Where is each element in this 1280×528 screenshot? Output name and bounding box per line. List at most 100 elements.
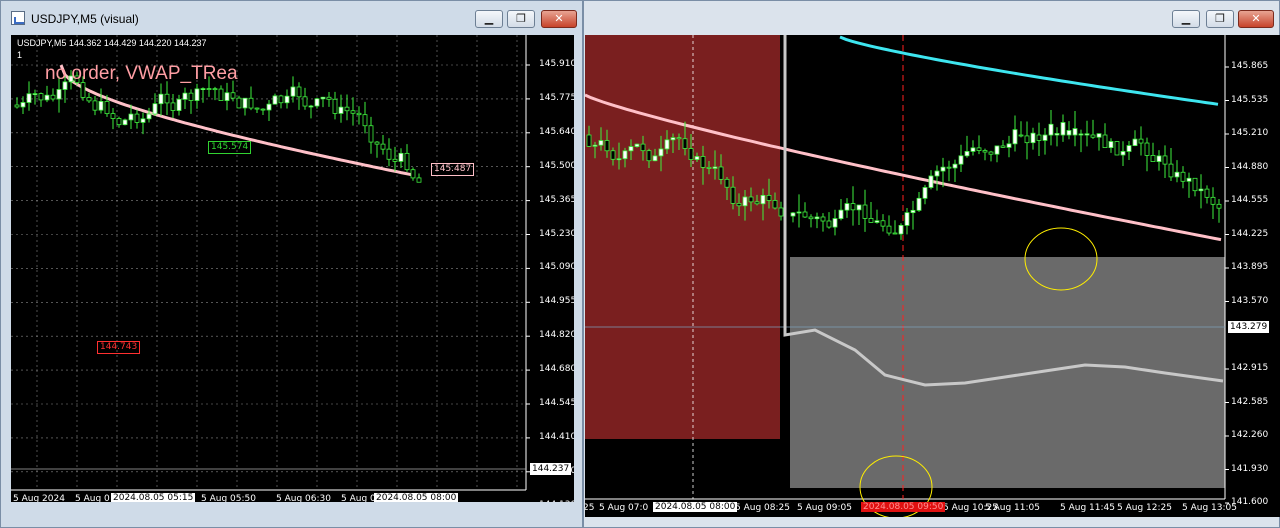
candle-body [640, 143, 646, 152]
candle-body [754, 201, 760, 205]
candle-body [952, 163, 958, 169]
candle-body [308, 105, 314, 108]
candle-body [928, 175, 934, 188]
candle-body [664, 139, 670, 150]
right-price-chart[interactable]: 145.865 145.535 145.210 144.880 144.555 144.2… [585, 35, 1280, 517]
price-axis-label: 145.090 [539, 262, 574, 273]
candle-body [796, 211, 802, 214]
candle-body [1096, 133, 1102, 138]
candle-body [398, 152, 404, 162]
candle-body [616, 158, 622, 161]
candle-body [1084, 133, 1090, 136]
candle-body [1192, 177, 1198, 192]
candle-body [200, 88, 206, 90]
candle-body [760, 194, 766, 205]
candle-body [230, 92, 236, 99]
candle-body [832, 218, 838, 228]
time-axis-label: 5 Aug 09:05 [797, 503, 852, 513]
candle-body [856, 204, 862, 211]
candle-body [146, 113, 152, 120]
candle-body [712, 166, 718, 169]
candle-body [820, 216, 826, 222]
candle-body [404, 152, 410, 171]
candle-body [826, 220, 832, 228]
candle-body [772, 200, 778, 209]
left-price-chart[interactable]: USDJPY,M5 144.362 144.429 144.220 144.23… [11, 35, 574, 502]
left-chart-canvas [11, 35, 530, 491]
right-titlebar[interactable]: ▁ ❐ ✕ [584, 1, 1279, 35]
time-axis-label: 5 Aug 11:05 [985, 503, 1040, 513]
price-axis-label: 144.880 [1231, 161, 1269, 172]
left-titlebar[interactable]: USDJPY,M5 (visual) ▁ ❐ ✕ [1, 1, 582, 35]
current-price-tag: 144.237 [530, 463, 572, 475]
candle-body [1186, 177, 1192, 182]
chart-window-icon [11, 11, 25, 25]
candle-body [604, 140, 610, 152]
candle-body [814, 216, 820, 220]
maximize-button[interactable]: ❐ [507, 10, 535, 28]
close-button[interactable]: ✕ [1238, 10, 1274, 28]
candle-body [44, 94, 50, 101]
candle-body [802, 211, 808, 218]
candle-body [380, 143, 386, 150]
candle-body [410, 169, 416, 179]
candle-body [1072, 128, 1078, 136]
left-window-title: USDJPY,M5 (visual) [31, 12, 139, 26]
candle-body [1024, 135, 1030, 144]
candle-body [622, 150, 628, 160]
minimize-button[interactable]: ▁ [1172, 10, 1200, 28]
candle-body [1000, 145, 1006, 148]
candle-body [940, 166, 946, 172]
candle-body [862, 204, 868, 219]
price-axis-label: 145.210 [1231, 128, 1269, 138]
candle-body [1066, 130, 1072, 136]
close-button[interactable]: ✕ [541, 10, 577, 28]
candle-body [1210, 196, 1216, 205]
candle-body [14, 104, 20, 108]
time-axis-label: 5 Aug 2024 [13, 494, 65, 502]
candle-body [970, 147, 976, 152]
candle-body [868, 218, 874, 223]
candle-body [1132, 138, 1138, 146]
candle-body [964, 151, 970, 157]
price-axis-label: 144.955 [539, 296, 574, 307]
candle-body [976, 147, 982, 151]
candle-body [206, 88, 212, 90]
maximize-button[interactable]: ❐ [1206, 10, 1234, 28]
candle-body [646, 150, 652, 162]
candle-body [1018, 134, 1024, 137]
left-chart-window: USDJPY,M5 (visual) ▁ ❐ ✕ USDJPY,M5 144.3… [0, 0, 583, 528]
candle-body [892, 232, 898, 235]
candle-body [344, 106, 350, 112]
candle-body [1168, 163, 1174, 178]
candle-body [808, 216, 814, 220]
candle-body [386, 148, 392, 160]
ea-status-text: no order, VWAP_TRea [45, 63, 238, 84]
candle-body [158, 93, 164, 105]
candle-body [272, 95, 278, 105]
time-axis-label: 5 Aug 12:25 [1117, 503, 1172, 513]
candle-body [260, 108, 266, 111]
candle-body [634, 143, 640, 147]
candle-body [904, 212, 910, 226]
time-highlight: 2024.08.05 08:00 [374, 493, 459, 502]
candle-body [724, 178, 730, 188]
candle-body [56, 89, 62, 100]
candle-body [356, 112, 362, 116]
candle-body [700, 156, 706, 168]
price-axis-label: 144.410 [539, 431, 574, 442]
ohlc-readout: USDJPY,M5 144.362 144.429 144.220 144.23… [17, 38, 207, 48]
candle-body [844, 203, 850, 211]
time-highlight: 2024.08.05 05:15 [111, 493, 196, 502]
minimize-button[interactable]: ▁ [475, 10, 503, 28]
candle-body [910, 209, 916, 214]
candle-body [338, 106, 344, 114]
price-axis-label: 145.640 [539, 126, 574, 137]
price-axis-label: 144.225 [1231, 228, 1269, 239]
candle-body [934, 170, 940, 177]
candle-body [1126, 145, 1132, 152]
candle-body [1162, 155, 1168, 165]
candle-body [742, 196, 748, 207]
price-axis-label: 143.895 [1231, 262, 1269, 272]
price-axis-label: 145.535 [1231, 94, 1269, 105]
